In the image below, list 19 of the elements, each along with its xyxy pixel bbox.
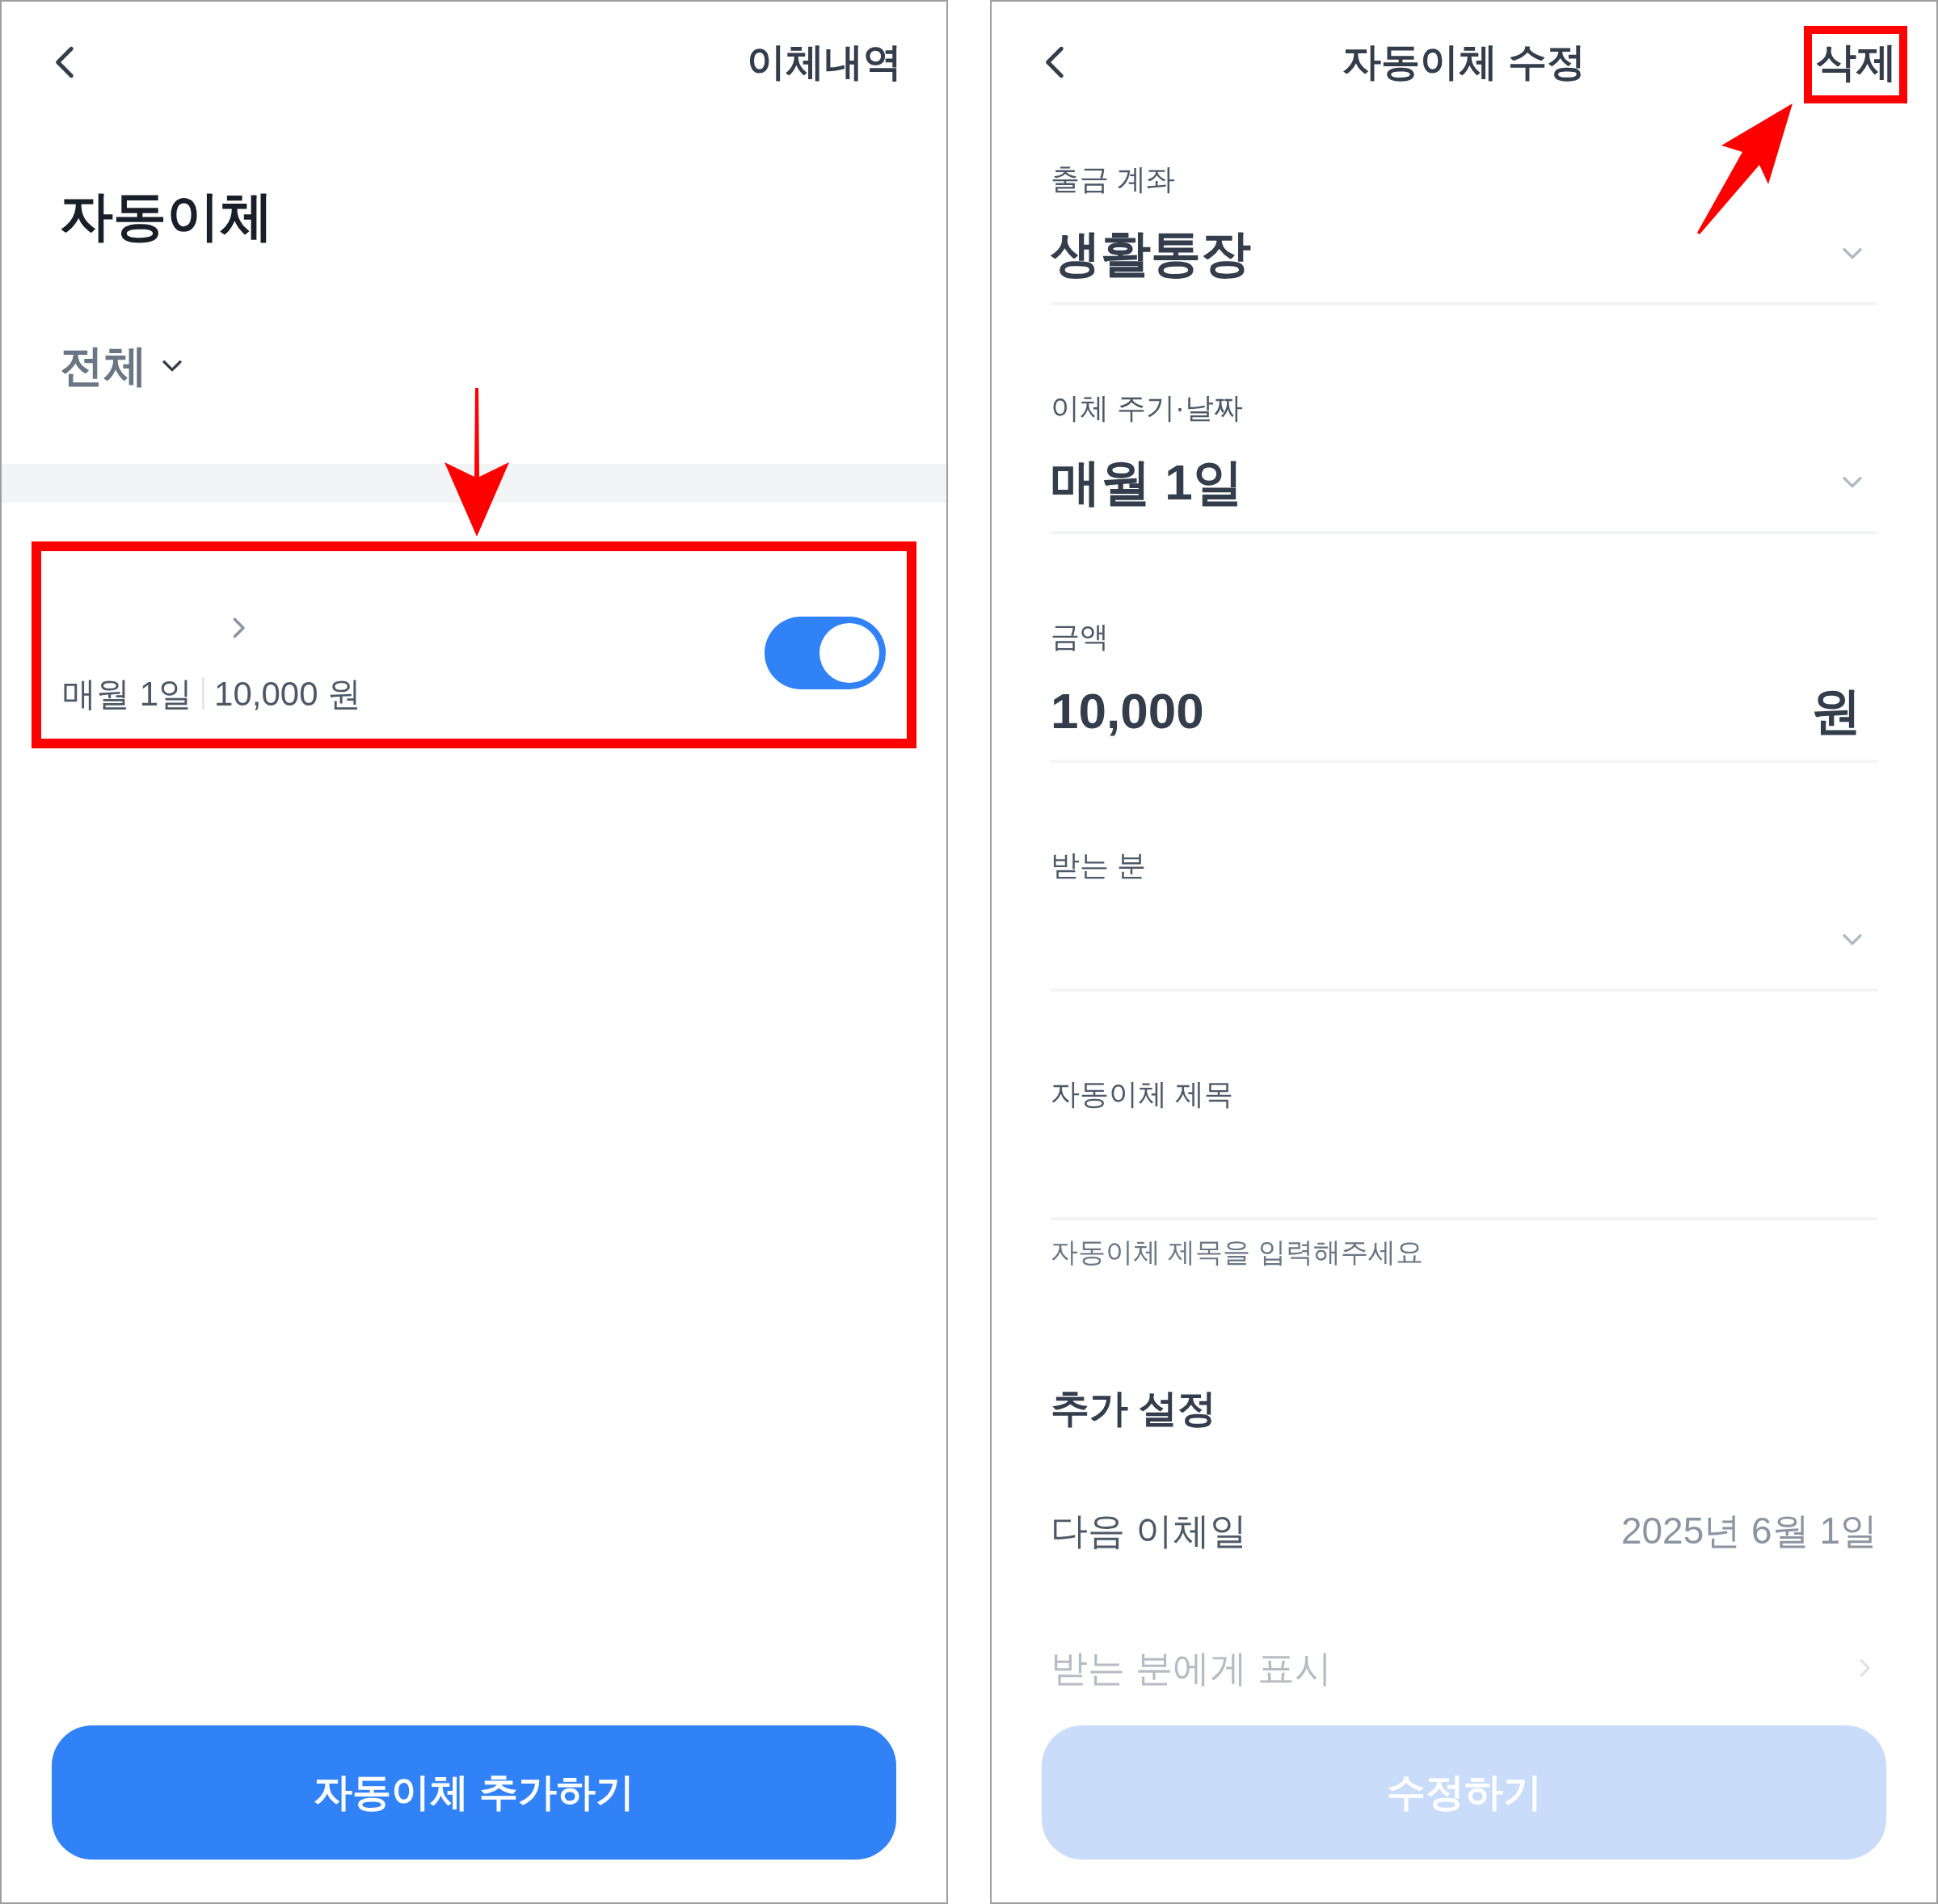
transfer-schedule: 매월 1일 [62,673,193,714]
settings-row[interactable]: 다음 이체일 2025년 6월 1일 [1051,1502,1877,1559]
section-title: 추가 설정 [1051,1386,1217,1431]
add-auto-transfer-button[interactable]: 자동이체 추가하기 [52,1725,896,1860]
delete-button[interactable]: 삭제 [1805,27,1908,98]
select-field[interactable]: 생활통장 [1051,204,1877,305]
page-title: 자동이체 [59,185,274,247]
transfer-amount: 10,000 원 [214,673,362,714]
select-field[interactable]: 매월 1일 [1051,432,1877,534]
filter-dropdown[interactable]: 전체 [60,333,186,398]
field-label: 받는 분 [1051,848,1146,883]
field-hint: 자동이체 제목을 입력해주세요 [1051,1236,1423,1269]
amount-field[interactable]: 10,000 원 [1051,661,1877,763]
field-label: 출금 계좌 [1051,162,1175,197]
transfer-history-link[interactable]: 이체내역 [747,33,902,91]
field-label: 자동이체 제목 [1051,1076,1233,1112]
field-label: 이체 주기·날짜 [1051,390,1243,426]
field-label: 금액 [1051,619,1109,655]
screen-title: 자동이체 수정 [1342,40,1586,85]
